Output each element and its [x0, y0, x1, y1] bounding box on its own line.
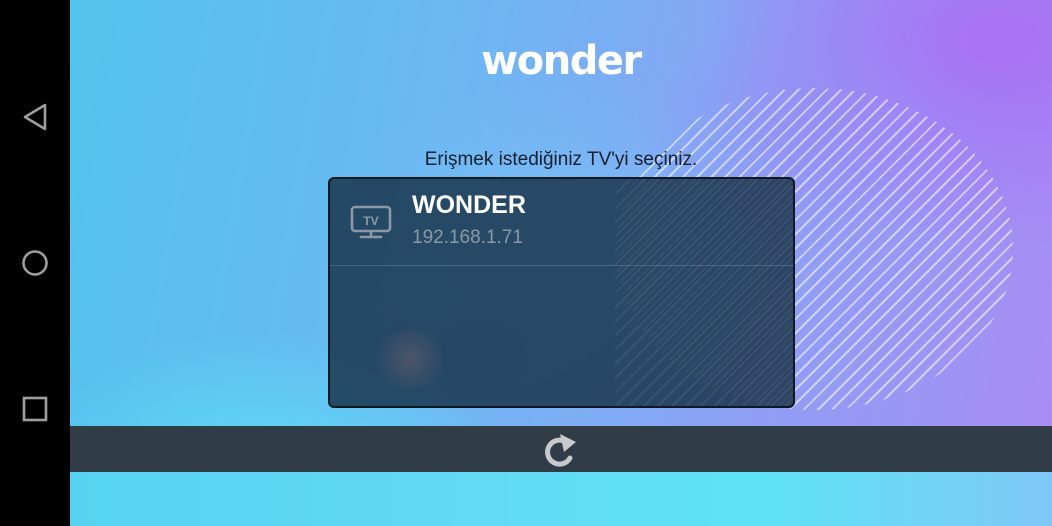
home-icon	[22, 250, 48, 276]
select-tv-prompt: Erişmek istediğiniz TV'yi seçiniz.	[424, 149, 698, 170]
refresh-button[interactable]	[541, 429, 581, 469]
device-name: WONDER	[412, 191, 526, 219]
recent-apps-icon	[22, 396, 48, 422]
device-list: TV WONDER 192.168.1.71	[328, 177, 795, 408]
device-ip: 192.168.1.71	[412, 227, 523, 248]
list-glow-decoration	[370, 329, 450, 389]
tv-icon: TV	[350, 205, 392, 239]
refresh-bar	[70, 426, 1052, 472]
system-nav-bar	[0, 0, 70, 526]
back-button[interactable]	[17, 99, 53, 135]
device-item-wonder[interactable]: TV WONDER 192.168.1.71	[330, 179, 793, 266]
app-screen: wonder Erişmek istediğiniz TV'yi seçiniz…	[70, 0, 1052, 526]
recent-apps-button[interactable]	[17, 391, 53, 427]
refresh-icon	[545, 434, 576, 467]
tv-icon-label: TV	[363, 214, 378, 228]
back-icon	[23, 103, 47, 131]
wonder-logo: wonder	[481, 38, 642, 84]
background-bottom-glow	[70, 470, 1052, 526]
home-button[interactable]	[17, 245, 53, 281]
